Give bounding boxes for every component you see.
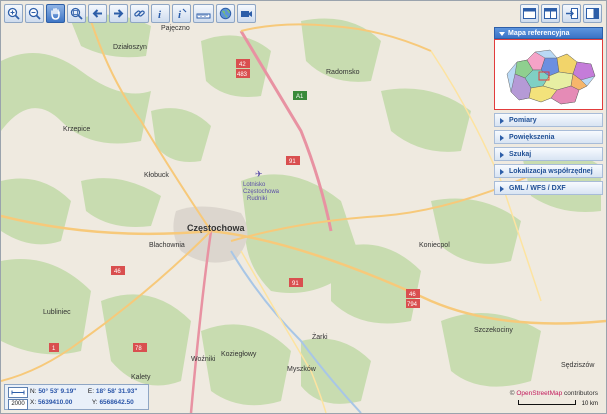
svg-text:46: 46 — [409, 292, 416, 298]
svg-text:78: 78 — [135, 346, 142, 352]
export-button[interactable] — [562, 4, 581, 23]
identify-button[interactable]: i — [172, 4, 191, 23]
chevron-right-icon — [500, 152, 504, 158]
gml-wfs-dxf-panel-item[interactable]: GML / WFS / DXF — [494, 181, 603, 195]
identify-info-icon: i — [178, 8, 187, 20]
side-panel: Mapa referencyjna Pomiary Powiększenia S… — [494, 27, 603, 195]
svg-text:Radomsko: Radomsko — [326, 69, 360, 76]
geo-coordinates-row: N: 50° 53' 9.19" E: 18° 58' 31.93" — [30, 388, 138, 395]
svg-text:Lotnisko: Lotnisko — [243, 182, 266, 188]
svg-text:Częstochowa: Częstochowa — [243, 189, 280, 195]
coordinate-location-panel-item[interactable]: Lokalizacja współrzędnej — [494, 164, 603, 178]
arrow-left-icon — [92, 9, 102, 18]
airport-icon: ✈ — [255, 169, 263, 179]
svg-text:Sędziszów: Sędziszów — [561, 362, 595, 369]
svg-text:Rudniki: Rudniki — [247, 196, 267, 202]
svg-text:Krzepice: Krzepice — [63, 126, 90, 133]
info-button[interactable]: i — [151, 4, 170, 23]
svg-text:91: 91 — [292, 281, 299, 287]
back-button[interactable] — [88, 4, 107, 23]
zoom-box-button[interactable] — [67, 4, 86, 23]
measurements-panel-item[interactable]: Pomiary — [494, 113, 603, 127]
ruler-icon — [196, 13, 211, 19]
zoom-out-button[interactable] — [25, 4, 44, 23]
svg-text:i: i — [158, 9, 162, 20]
svg-text:91: 91 — [289, 159, 296, 165]
projected-coordinates-row: X: 5639410.00 Y: 6568642.50 — [30, 399, 134, 406]
svg-text:i: i — [178, 9, 182, 20]
layout-two-button[interactable] — [541, 4, 560, 23]
svg-text:Koziegłowy: Koziegłowy — [221, 351, 257, 358]
scale-icon — [8, 387, 28, 398]
svg-text:Kalety: Kalety — [131, 374, 151, 381]
layout-one-button[interactable] — [520, 4, 539, 23]
export-arrow-icon — [566, 8, 578, 19]
svg-text:Myszków: Myszków — [287, 366, 317, 373]
reference-map-header[interactable]: Mapa referencyjna — [494, 27, 603, 39]
scale-bar-line — [518, 400, 576, 405]
scale-value: 2000 — [8, 399, 28, 410]
y-coordinate-value: 6568642.50 — [99, 399, 134, 406]
window-split-icon — [544, 8, 557, 19]
globe-icon — [219, 7, 232, 20]
map-toolbar: i i — [4, 4, 256, 23]
info-icon: i — [158, 9, 162, 20]
link-button[interactable] — [130, 4, 149, 23]
svg-text:A1: A1 — [296, 94, 304, 100]
svg-text:483: 483 — [237, 72, 248, 78]
app-window: 42 483 A1 91 91 46 46 794 1 78 ✈ Pajęczn… — [0, 0, 607, 414]
svg-text:42: 42 — [239, 62, 246, 68]
chevron-right-icon — [500, 169, 504, 175]
reference-map[interactable] — [494, 39, 603, 110]
svg-text:Kłobuck: Kłobuck — [144, 172, 169, 179]
svg-text:Pajęczno: Pajęczno — [161, 25, 190, 32]
link-icon — [134, 10, 145, 17]
chevron-right-icon — [500, 118, 504, 124]
reference-map-title: Mapa referencyjna — [508, 30, 570, 37]
svg-text:794: 794 — [407, 302, 418, 308]
forward-button[interactable] — [109, 4, 128, 23]
search-panel-item[interactable]: Szukaj — [494, 147, 603, 161]
longitude-value: 18° 58' 31.93" — [95, 388, 138, 395]
zoom-rectangle-icon — [70, 7, 83, 20]
svg-text:Koniecpol: Koniecpol — [419, 242, 450, 249]
sidebar-panel-icon — [586, 8, 599, 19]
svg-text:Częstochowa: Częstochowa — [187, 223, 246, 233]
chevron-down-icon — [499, 32, 505, 36]
latitude-value: 50° 53' 9.19" — [38, 388, 77, 395]
scale-bar-label: 10 km — [581, 401, 598, 407]
openstreetmap-link[interactable]: OpenStreetMap — [516, 390, 562, 397]
video-button[interactable] — [237, 4, 256, 23]
svg-text:Żarki: Żarki — [312, 332, 328, 341]
chevron-right-icon — [500, 186, 504, 192]
arrow-right-icon — [114, 9, 124, 18]
pan-button[interactable] — [46, 4, 65, 23]
scale-bar: 10 km — [518, 398, 598, 410]
zoom-out-icon — [28, 7, 41, 20]
svg-text:Lubliniec: Lubliniec — [43, 309, 71, 316]
coordinates-display: 2000 N: 50° 53' 9.19" E: 18° 58' 31.93" … — [4, 384, 149, 410]
window-layout-icon — [523, 8, 536, 19]
x-coordinate-value: 5639410.00 — [37, 399, 73, 406]
hand-icon — [51, 8, 60, 20]
zooms-panel-item[interactable]: Powiększenia — [494, 130, 603, 144]
measure-button[interactable] — [193, 4, 214, 23]
svg-text:46: 46 — [114, 269, 121, 275]
svg-text:Szczekociny: Szczekociny — [474, 327, 513, 334]
svg-text:Woźniki: Woźniki — [191, 356, 216, 363]
video-camera-icon — [241, 11, 252, 17]
globe-button[interactable] — [216, 4, 235, 23]
zoom-in-button[interactable] — [4, 4, 23, 23]
window-toolbar — [520, 4, 602, 23]
chevron-right-icon — [500, 135, 504, 141]
map-attribution: © OpenStreetMap contributors — [509, 390, 598, 397]
zoom-in-icon — [7, 7, 20, 20]
svg-text:Blachownia: Blachownia — [149, 242, 185, 249]
reference-map-graphic — [506, 49, 596, 105]
svg-text:Działoszyn: Działoszyn — [113, 44, 147, 51]
panel-toggle-button[interactable] — [583, 4, 602, 23]
